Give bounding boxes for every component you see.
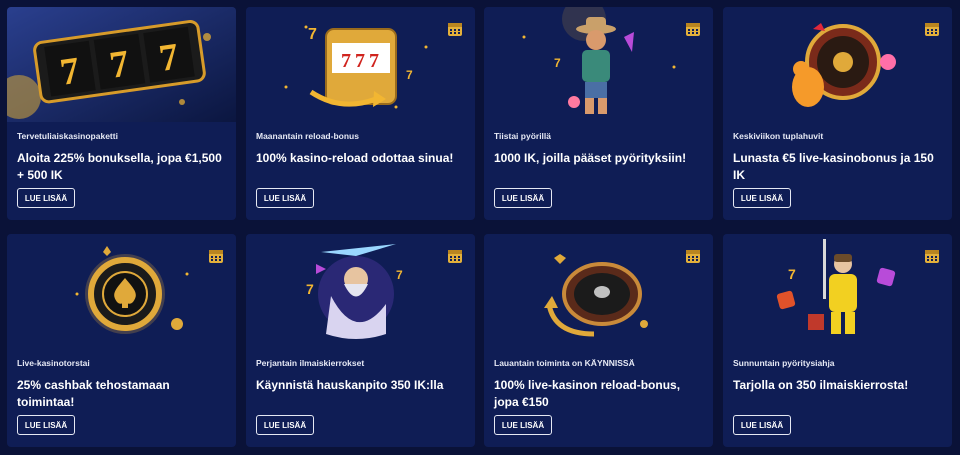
promo-tag: Perjantain ilmaiskierrokset <box>256 358 365 368</box>
read-more-button[interactable]: LUE LISÄÄ <box>733 415 791 435</box>
svg-text:7: 7 <box>308 26 317 43</box>
calendar-icon <box>924 21 940 37</box>
promo-title: 1000 IK, joilla pääset pyörityksiin! <box>494 151 687 165</box>
calendar-icon <box>685 248 701 264</box>
read-more-button[interactable]: LUE LISÄÄ <box>494 188 552 208</box>
promo-card-wednesday[interactable]: Keskiviikon tuplahuvit Lunasta €5 live-k… <box>723 7 952 220</box>
calendar-icon <box>685 21 701 37</box>
promo-image-zeus: 7 7 <box>246 234 475 349</box>
promo-image-slot-machine: 7 7 7 7 7 <box>246 7 475 122</box>
promo-title: 25% cashbak tehostamaan toimintaa! <box>17 378 170 409</box>
promo-tag: Sunnuntain pyöritysiahja <box>733 358 835 368</box>
read-more-button[interactable]: LUE LISÄÄ <box>733 188 791 208</box>
promo-card-saturday[interactable]: Lauantain toiminta on KÄYNNISSÄ 100% liv… <box>484 234 713 447</box>
promo-tag: Lauantain toiminta on KÄYNNISSÄ <box>494 358 635 368</box>
calendar-icon <box>447 248 463 264</box>
promo-image-cowboy: 7 <box>484 7 713 122</box>
promo-title: 100% live-kasinon reload-bonus, jopa €15… <box>494 378 681 409</box>
read-more-button[interactable]: LUE LISÄÄ <box>256 188 314 208</box>
read-more-button[interactable]: LUE LISÄÄ <box>256 415 314 435</box>
promo-image-poker-chip <box>7 234 236 349</box>
promo-title: Tarjolla on 350 ilmaiskierrosta! <box>733 378 909 392</box>
promo-image-roulette <box>484 234 713 349</box>
svg-text:7: 7 <box>306 281 314 297</box>
promo-card-thursday[interactable]: Live-kasinotorstai 25% cashbak tehostama… <box>7 234 236 447</box>
calendar-icon <box>208 248 224 264</box>
svg-text:7: 7 <box>341 50 351 72</box>
svg-text:7: 7 <box>406 68 413 82</box>
read-more-button[interactable]: LUE LISÄÄ <box>494 415 552 435</box>
promo-card-tuesday[interactable]: 7 Tiistai pyörillä 1000 IK, joilla pääse… <box>484 7 713 220</box>
promo-tag: Tervetuliaiskasinopaketti <box>17 131 118 141</box>
promo-tag: Maanantain reload-bonus <box>256 131 359 141</box>
promo-title: Käynnistä hauskanpito 350 IK:lla <box>256 378 444 392</box>
calendar-icon <box>447 21 463 37</box>
promo-image-miner: 7 <box>723 234 952 349</box>
promo-card-welcome[interactable]: 7 7 7 Tervetuliaiskasinopaketti Aloita 2… <box>7 7 236 220</box>
promo-image-roulette-candy <box>723 7 952 122</box>
promo-title: Aloita 225% bonuksella, jopa €1,500 + 50… <box>17 151 222 182</box>
promo-card-sunday[interactable]: 7 Sunnuntain pyöritysiahja Tarjolla on 3… <box>723 234 952 447</box>
svg-text:7: 7 <box>355 50 365 72</box>
promo-title: 100% kasino-reload odottaa sinua! <box>256 151 454 165</box>
promo-tag: Keskiviikon tuplahuvit <box>733 131 824 141</box>
calendar-icon <box>924 248 940 264</box>
promo-image-777-slot: 7 7 7 <box>7 7 236 122</box>
promo-card-friday[interactable]: 7 7 Perjantain ilmaiskierrokset Käynnist… <box>246 234 475 447</box>
read-more-button[interactable]: LUE LISÄÄ <box>17 415 75 435</box>
promo-title: Lunasta €5 live-kasinobonus ja 150 IK <box>733 151 934 182</box>
promo-card-monday[interactable]: 7 7 7 7 7 Maanantain reload-bonus 100% k… <box>246 7 475 220</box>
promo-tag: Tiistai pyörillä <box>494 131 552 141</box>
promotions-grid: 7 7 7 Tervetuliaiskasinopaketti Aloita 2… <box>0 0 960 455</box>
svg-text:7: 7 <box>396 268 403 282</box>
svg-text:7: 7 <box>788 266 796 282</box>
promo-tag: Live-kasinotorstai <box>17 358 90 368</box>
svg-text:7: 7 <box>554 56 561 70</box>
read-more-button[interactable]: LUE LISÄÄ <box>17 188 75 208</box>
svg-text:7: 7 <box>369 50 379 72</box>
